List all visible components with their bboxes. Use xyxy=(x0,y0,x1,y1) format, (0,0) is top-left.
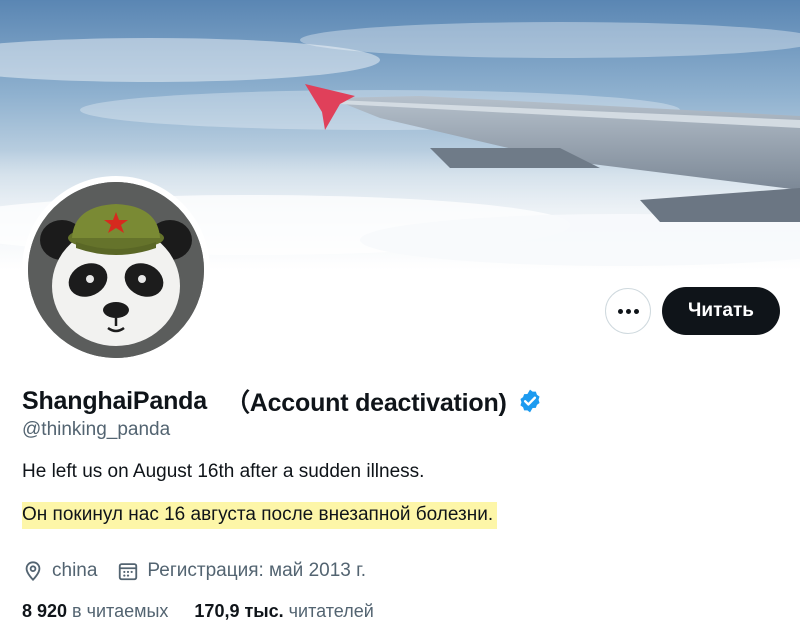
profile-meta: china Регистрация: май 2013 г. xyxy=(22,560,366,582)
avatar-image xyxy=(28,182,204,358)
more-button[interactable] xyxy=(605,288,651,334)
bio-text-en: He left us on August 16th after a sudden… xyxy=(22,461,425,482)
following-link[interactable]: 8 920 в читаемых xyxy=(22,601,168,622)
followers-count: 170,9 тыс. xyxy=(194,601,284,621)
display-name: ShanghaiPanda xyxy=(22,386,207,415)
following-label: в читаемых xyxy=(72,601,169,621)
profile-stats: 8 920 в читаемых 170,9 тыс. читателей xyxy=(22,601,374,622)
followers-link[interactable]: 170,9 тыс. читателей xyxy=(194,601,373,622)
profile-name-row: ShanghaiPanda （Account deactivation) xyxy=(22,383,543,419)
followers-label: читателей xyxy=(288,601,374,621)
bio-text-ru-highlighted: Он покинул нас 16 августа после внезапно… xyxy=(22,502,498,529)
more-dots-icon xyxy=(617,308,639,314)
joined-item: Регистрация: май 2013 г. xyxy=(117,560,366,582)
display-name-note: （Account deactivation) xyxy=(224,389,507,417)
following-count: 8 920 xyxy=(22,601,68,621)
calendar-icon xyxy=(117,560,139,582)
joined-text: Регистрация: май 2013 г. xyxy=(147,560,367,581)
location-pin-icon xyxy=(22,560,44,582)
verified-badge-icon[interactable] xyxy=(517,388,543,414)
avatar[interactable] xyxy=(22,176,210,364)
profile-handle: @thinking_panda xyxy=(22,419,171,440)
follow-button[interactable]: Читать xyxy=(662,287,780,335)
location-item: china xyxy=(22,560,97,582)
location-text: china xyxy=(52,560,98,581)
